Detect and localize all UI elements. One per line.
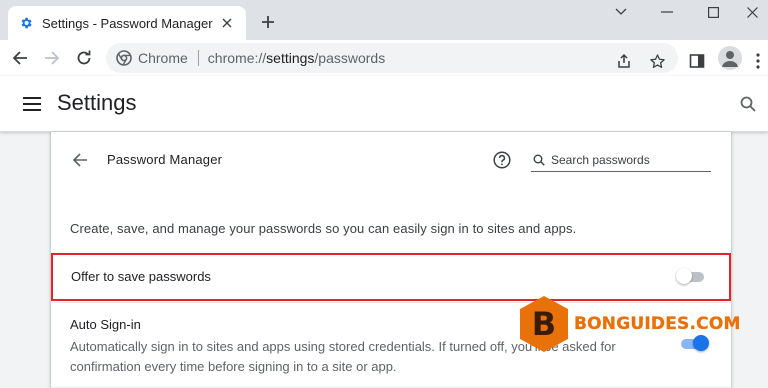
forward-arrow-icon[interactable] [38, 44, 66, 72]
share-icon[interactable] [612, 49, 636, 73]
minimize-icon[interactable] [644, 0, 690, 24]
star-icon[interactable] [645, 49, 669, 73]
search-passwords-input[interactable] [551, 152, 701, 167]
window-close-icon[interactable] [736, 0, 768, 24]
profile-icon[interactable] [718, 46, 742, 70]
settings-header: Settings [0, 76, 768, 132]
tab-title: Settings - Password Manager [42, 15, 213, 31]
url-host: settings [266, 50, 315, 66]
offer-to-save-label: Offer to save passwords [71, 269, 211, 284]
url-scheme: chrome:// [207, 50, 267, 66]
tab-strip: Settings - Password Manager [0, 0, 768, 40]
plus-icon[interactable] [256, 10, 280, 34]
close-icon[interactable] [218, 14, 236, 32]
bonguides-watermark: B BONGUIDES.COM [518, 294, 741, 354]
chevron-down-icon[interactable] [598, 0, 644, 24]
help-icon[interactable] [491, 149, 513, 171]
settings-gear-icon [18, 15, 34, 31]
watermark-text: BONGUIDES.COM [574, 314, 741, 334]
search-icon[interactable] [736, 92, 760, 116]
svg-text:B: B [532, 305, 556, 343]
maximize-icon[interactable] [690, 0, 736, 24]
omnibox-separator [197, 50, 199, 66]
url-text: chrome://settings/passwords [208, 50, 385, 66]
chrome-icon [116, 50, 132, 66]
toggle-knob [676, 268, 692, 284]
more-vert-icon[interactable] [750, 49, 766, 73]
address-bar[interactable]: Chrome chrome://settings/passwords [106, 43, 678, 73]
browser-toolbar: Chrome chrome://settings/passwords [0, 40, 768, 76]
side-panel-icon[interactable] [685, 49, 709, 73]
back-arrow-icon[interactable] [6, 44, 34, 72]
section-title: Password Manager [107, 152, 223, 167]
search-passwords-field[interactable] [531, 148, 711, 172]
search-icon [531, 152, 547, 168]
section-description: Create, save, and manage your passwords … [70, 221, 577, 236]
reload-icon[interactable] [70, 44, 98, 72]
tab-settings-password-manager[interactable]: Settings - Password Manager [8, 6, 246, 40]
page-title: Settings [57, 90, 137, 115]
site-label: Chrome [138, 50, 188, 66]
offer-to-save-toggle[interactable] [676, 268, 706, 286]
back-arrow-icon[interactable] [69, 149, 91, 171]
url-path: /passwords [314, 50, 386, 66]
auto-signin-title: Auto Sign-in [70, 317, 141, 332]
watermark-logo: B [520, 296, 568, 352]
hamburger-icon[interactable] [20, 92, 44, 116]
